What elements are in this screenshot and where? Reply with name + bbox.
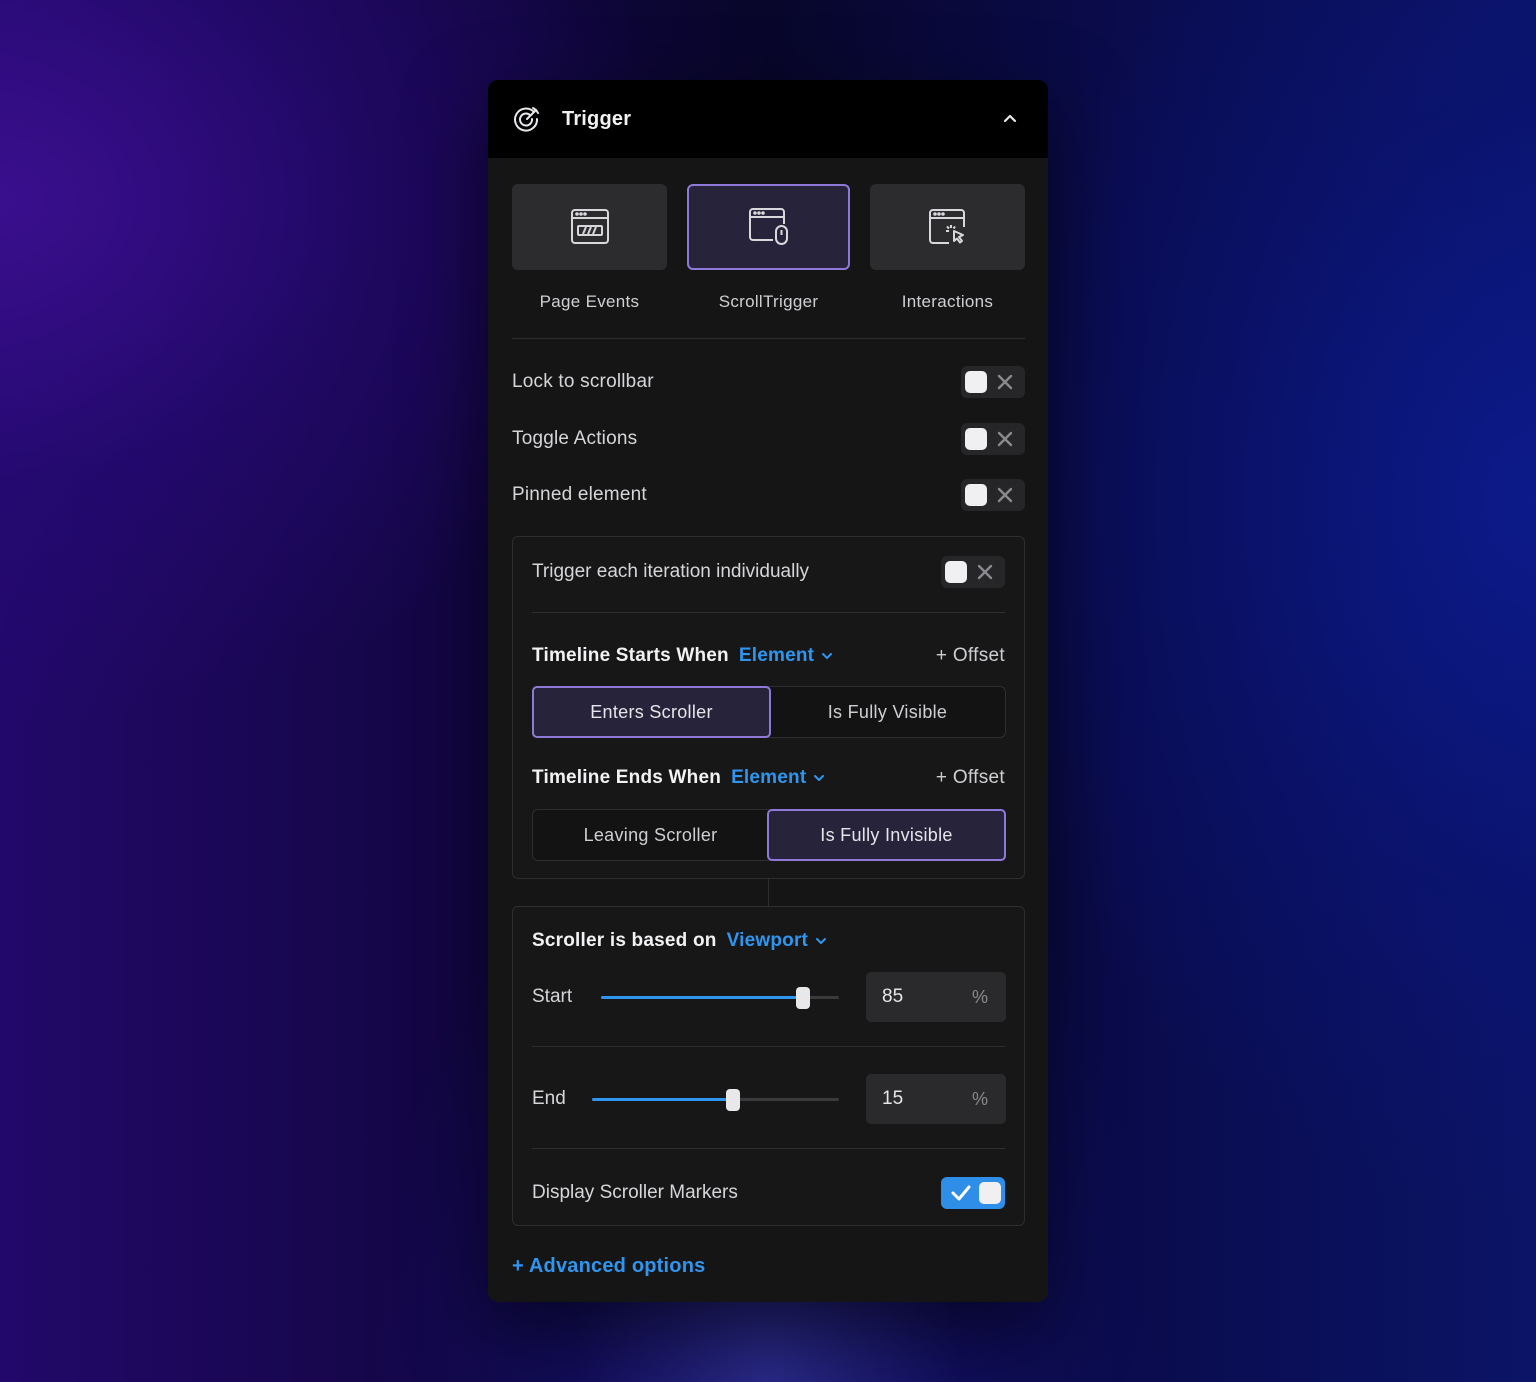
toggle-knob [979,1182,1001,1204]
timeline-starts-row: Timeline Starts When Element + Offset [532,641,1005,671]
timeline-ends-row: Timeline Ends When Element + Offset [532,763,1005,793]
advanced-options-link[interactable]: + Advanced options [512,1255,705,1278]
tile-scroll-trigger-box[interactable] [687,184,850,270]
start-slider-row: Start 85 % [532,972,1006,1022]
scroll-trigger-icon [748,208,788,245]
scroller-target-value: Viewport [726,930,809,951]
ends-option-leaving-scroller[interactable]: Leaving Scroller [533,810,768,860]
lock-to-scrollbar-toggle[interactable] [961,366,1025,398]
timeline-starts-label: Timeline Starts When [532,645,729,666]
page-events-icon [570,209,609,244]
tile-interactions-box[interactable] [870,184,1025,270]
ends-segmented-control: Leaving Scroller Is Fully Invisible [532,809,1006,861]
scroller-based-heading: Scroller is based on Viewport [532,930,828,952]
toggle-actions-toggle[interactable] [961,423,1025,455]
timeline-ends-label: Timeline Ends When [532,767,722,788]
trigger-target-icon [512,104,542,134]
start-unit: % [971,986,988,1007]
start-value: 85 [882,986,904,1007]
end-slider-fill [592,1098,733,1101]
ends-target-dropdown[interactable]: Element [731,767,826,789]
display-markers-label: Display Scroller Markers [532,1182,738,1203]
display-markers-toggle[interactable] [941,1177,1005,1209]
toggle-knob [965,428,987,450]
starts-offset-button[interactable]: + Offset [936,645,1005,667]
ends-target-value: Element [731,767,807,788]
pinned-element-label: Pinned element [512,484,647,505]
trigger-panel: Trigger Page Events ScrollTrigger Intera… [488,80,1048,1302]
timeline-ends-heading: Timeline Ends When Element [532,767,826,789]
tile-interactions[interactable]: Interactions [870,184,1025,312]
close-x-icon [997,487,1013,503]
pinned-element-row: Pinned element [512,479,1025,511]
tile-scroll-trigger[interactable]: ScrollTrigger [687,184,850,312]
end-slider-thumb[interactable] [725,1089,740,1111]
chevron-down-icon [814,775,825,781]
card-connector-line [768,879,769,906]
starts-segmented-control: Enters Scroller Is Fully Visible [532,686,1006,738]
toggle-knob [945,561,967,583]
section-divider [512,338,1025,339]
timeline-starts-heading: Timeline Starts When Element [532,645,834,667]
ends-offset-button[interactable]: + Offset [936,767,1005,789]
start-label: Start [532,986,573,1007]
close-x-icon [997,374,1013,390]
display-markers-row: Display Scroller Markers [532,1177,1005,1209]
iteration-row: Trigger each iteration individually [532,556,1005,588]
tile-page-events[interactable]: Page Events [512,184,667,312]
scroller-card: Scroller is based on Viewport Start 85 %… [512,906,1025,1226]
start-slider-thumb[interactable] [796,987,811,1009]
starts-target-value: Element [738,645,815,666]
ends-option-is-fully-invisible[interactable]: Is Fully Invisible [767,809,1006,861]
card-divider [532,1148,1005,1149]
start-value-input[interactable]: 85 % [866,972,1006,1022]
end-unit: % [971,1088,988,1109]
collapse-chevron-up-icon[interactable] [1000,108,1020,128]
card-divider [532,612,1005,613]
end-slider-row: End 15 % [532,1074,1006,1124]
tile-label: Page Events [539,292,640,311]
close-x-icon [997,431,1013,447]
toggle-knob [965,484,987,506]
iteration-toggle[interactable] [941,556,1005,588]
panel-header[interactable]: Trigger [488,80,1048,158]
interactions-icon [928,209,965,244]
iteration-label: Trigger each iteration individually [532,561,810,582]
starts-option-enters-scroller[interactable]: Enters Scroller [532,686,771,738]
tile-page-events-box[interactable] [512,184,667,270]
trigger-type-tiles: Page Events ScrollTrigger Interactions [512,184,1025,319]
timeline-card: Trigger each iteration individually Time… [512,536,1025,879]
tile-label: ScrollTrigger [718,292,819,311]
starts-target-dropdown[interactable]: Element [739,645,834,667]
scroller-based-label: Scroller is based on [532,930,717,951]
end-value-input[interactable]: 15 % [866,1074,1006,1124]
end-value: 15 [882,1088,904,1109]
tile-label: Interactions [901,292,994,311]
close-x-icon [977,564,993,580]
lock-to-scrollbar-row: Lock to scrollbar [512,366,1025,398]
checkmark-icon [951,1185,971,1201]
toggle-actions-label: Toggle Actions [512,428,638,449]
card-divider [532,1046,1005,1047]
pinned-element-toggle[interactable] [961,479,1025,511]
toggle-actions-row: Toggle Actions [512,423,1025,455]
scroller-target-dropdown[interactable]: Viewport [727,930,829,952]
lock-to-scrollbar-label: Lock to scrollbar [512,371,654,392]
end-label: End [532,1088,566,1109]
end-slider-track[interactable] [592,1098,839,1101]
starts-option-is-fully-visible[interactable]: Is Fully Visible [770,687,1005,737]
toggle-knob [965,371,987,393]
chevron-down-icon [822,653,833,659]
scroller-based-row: Scroller is based on Viewport [532,926,1005,956]
panel-title: Trigger [562,107,632,130]
chevron-down-icon [816,938,827,944]
start-slider-fill [601,996,804,999]
